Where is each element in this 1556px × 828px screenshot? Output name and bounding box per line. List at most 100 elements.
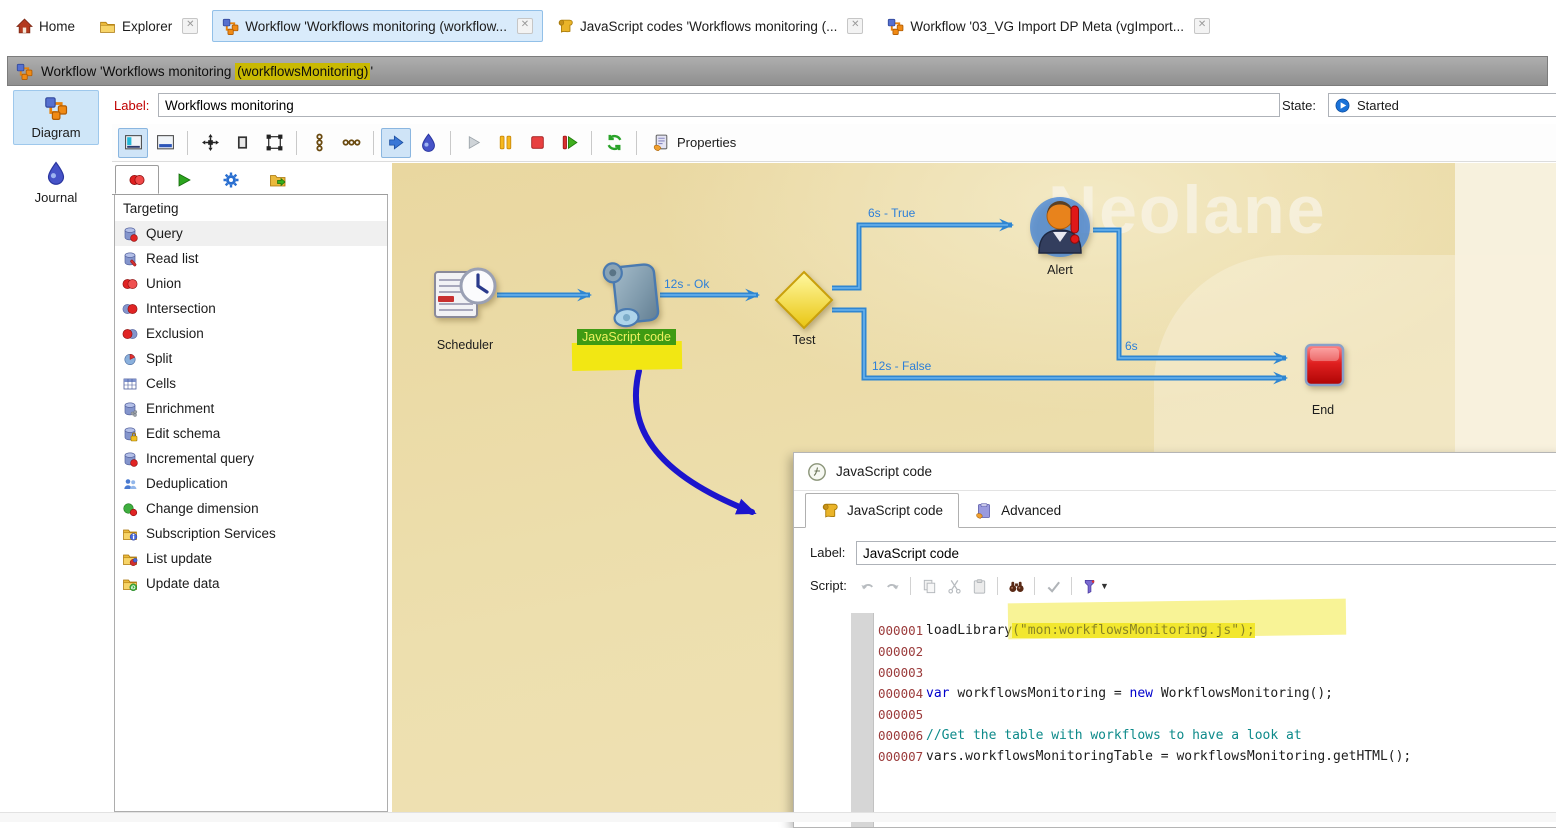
alert-node[interactable] bbox=[1027, 189, 1093, 264]
fit-diagram-button[interactable] bbox=[195, 128, 225, 158]
close-icon[interactable]: ✕ bbox=[182, 18, 198, 34]
palette-item[interactable]: Enrichment bbox=[115, 396, 387, 421]
refresh-button[interactable] bbox=[599, 128, 629, 158]
palette-item-label: Union bbox=[146, 276, 181, 291]
palette-item[interactable]: Change dimension bbox=[115, 496, 387, 521]
restart-button[interactable] bbox=[554, 128, 584, 158]
highlighted-workflow-name: (workflowsMonitoring) bbox=[235, 63, 370, 80]
tab[interactable]: JavaScript codes 'Workflows monitoring (… bbox=[547, 10, 873, 42]
view-sidebar: Diagram Journal bbox=[0, 90, 112, 812]
end-node[interactable] bbox=[1303, 343, 1347, 392]
tab-bar: Home ✕ Explorer ✕ Workflow 'Workflows mo… bbox=[6, 8, 1556, 44]
palette-item[interactable]: Cells bbox=[115, 371, 387, 396]
dialog-tab-label: Advanced bbox=[1001, 503, 1061, 518]
dialog-label-input[interactable] bbox=[856, 541, 1556, 565]
dialog-tab[interactable]: Advanced bbox=[959, 493, 1077, 527]
vertical-link-button[interactable] bbox=[304, 128, 334, 158]
fit-diagram-icon bbox=[201, 133, 220, 152]
copy-button[interactable] bbox=[918, 575, 940, 597]
pause-button[interactable] bbox=[490, 128, 520, 158]
start-workflow-button[interactable] bbox=[381, 128, 411, 158]
palette-item[interactable]: Deduplication bbox=[115, 471, 387, 496]
close-icon[interactable]: ✕ bbox=[847, 18, 863, 34]
horizontal-link-button[interactable] bbox=[336, 128, 366, 158]
palette-item[interactable]: Query bbox=[115, 221, 387, 246]
dialog-tab[interactable]: JavaScript code bbox=[805, 493, 959, 528]
refresh-icon bbox=[605, 133, 624, 152]
properties-button[interactable]: Properties bbox=[644, 129, 744, 157]
palette-item-label: Intersection bbox=[146, 301, 216, 316]
paste-button[interactable] bbox=[968, 575, 990, 597]
cut-button[interactable] bbox=[943, 575, 965, 597]
javascript-code-dialog: JavaScript code JavaScript code Advanced… bbox=[793, 452, 1556, 828]
activity-palette: Targeting Query Read list Union bbox=[112, 163, 390, 812]
palette-item[interactable]: Incremental query bbox=[115, 446, 387, 471]
palette-tab[interactable] bbox=[256, 165, 300, 194]
toggle-overview-button[interactable] bbox=[150, 128, 180, 158]
redo-button[interactable] bbox=[881, 575, 903, 597]
undo-button[interactable] bbox=[856, 575, 878, 597]
start-icon bbox=[387, 133, 406, 152]
dialog-title-bar: JavaScript code bbox=[794, 453, 1556, 491]
code-line: 000003 bbox=[794, 662, 1556, 683]
palette-item-icon bbox=[122, 476, 138, 492]
code-line: 000006//Get the table with workflows to … bbox=[794, 725, 1556, 746]
javascript-node-highlight bbox=[572, 341, 682, 371]
tab-icon bbox=[887, 18, 904, 35]
script-editor[interactable]: 000001loadLibrary("mon:workflowsMonitori… bbox=[794, 613, 1556, 827]
actual-size-button[interactable] bbox=[227, 128, 257, 158]
palette-item[interactable]: Exclusion bbox=[115, 321, 387, 346]
palette-item[interactable]: Update data bbox=[115, 571, 387, 596]
dialog-label-row: Label: bbox=[794, 537, 1556, 567]
palette-item-label: Edit schema bbox=[146, 426, 220, 441]
toolbar-separator bbox=[373, 131, 374, 155]
sidebar-view-icon bbox=[44, 161, 68, 185]
workflow-label-input[interactable] bbox=[158, 93, 1280, 117]
palette-item[interactable]: Intersection bbox=[115, 296, 387, 321]
end-node-label: End bbox=[1288, 403, 1358, 417]
workflow-icon bbox=[16, 63, 33, 80]
play-button[interactable] bbox=[458, 128, 488, 158]
toolbar-separator bbox=[1071, 577, 1072, 595]
javascript-code-node[interactable] bbox=[601, 256, 661, 333]
tab[interactable]: Workflow 'Workflows monitoring (workflow… bbox=[212, 10, 543, 42]
zoom-selection-button[interactable] bbox=[259, 128, 289, 158]
sidebar-view-button[interactable]: Diagram bbox=[13, 90, 99, 145]
palette-item[interactable]: Edit schema bbox=[115, 421, 387, 446]
close-icon[interactable]: ✕ bbox=[1194, 18, 1210, 34]
panel-overview-icon bbox=[156, 133, 175, 152]
tab[interactable]: Home ✕ bbox=[6, 10, 85, 42]
journal-button[interactable] bbox=[413, 128, 443, 158]
palette-tab[interactable] bbox=[209, 165, 253, 194]
find-button[interactable] bbox=[1005, 575, 1027, 597]
palette-item[interactable]: Subscription Services bbox=[115, 521, 387, 546]
dialog-title: JavaScript code bbox=[836, 464, 932, 479]
workflow-header-row: Label: State: Started bbox=[112, 90, 1556, 122]
scheduler-node[interactable] bbox=[433, 263, 497, 326]
tab[interactable]: Workflow '03_VG Import DP Meta (vgImport… bbox=[877, 10, 1220, 42]
palette-tab-icon bbox=[269, 171, 287, 189]
state-started-icon bbox=[1335, 98, 1350, 113]
palette-item-label: Change dimension bbox=[146, 501, 259, 516]
toolbar-separator bbox=[636, 131, 637, 155]
palette-item[interactable]: Split bbox=[115, 346, 387, 371]
template-dropdown-button[interactable]: ▼ bbox=[1079, 575, 1111, 597]
palette-tab-icon bbox=[222, 171, 240, 189]
stop-button[interactable] bbox=[522, 128, 552, 158]
palette-tab[interactable] bbox=[162, 165, 206, 194]
sidebar-view-button[interactable]: Journal bbox=[13, 155, 99, 210]
palette-item[interactable]: Union bbox=[115, 271, 387, 296]
sidebar-view-label: Journal bbox=[14, 190, 98, 205]
tab[interactable]: Explorer ✕ bbox=[89, 10, 208, 42]
toggle-palette-button[interactable] bbox=[118, 128, 148, 158]
validate-button[interactable] bbox=[1042, 575, 1064, 597]
palette-item[interactable]: List update bbox=[115, 546, 387, 571]
close-icon[interactable]: ✕ bbox=[517, 18, 533, 34]
toolbar-separator bbox=[450, 131, 451, 155]
tab-label: Explorer bbox=[122, 19, 172, 34]
state-field[interactable]: Started bbox=[1328, 93, 1556, 117]
properties-label: Properties bbox=[677, 135, 736, 150]
test-node[interactable] bbox=[774, 270, 834, 333]
palette-tab[interactable] bbox=[115, 165, 159, 194]
palette-item[interactable]: Read list bbox=[115, 246, 387, 271]
